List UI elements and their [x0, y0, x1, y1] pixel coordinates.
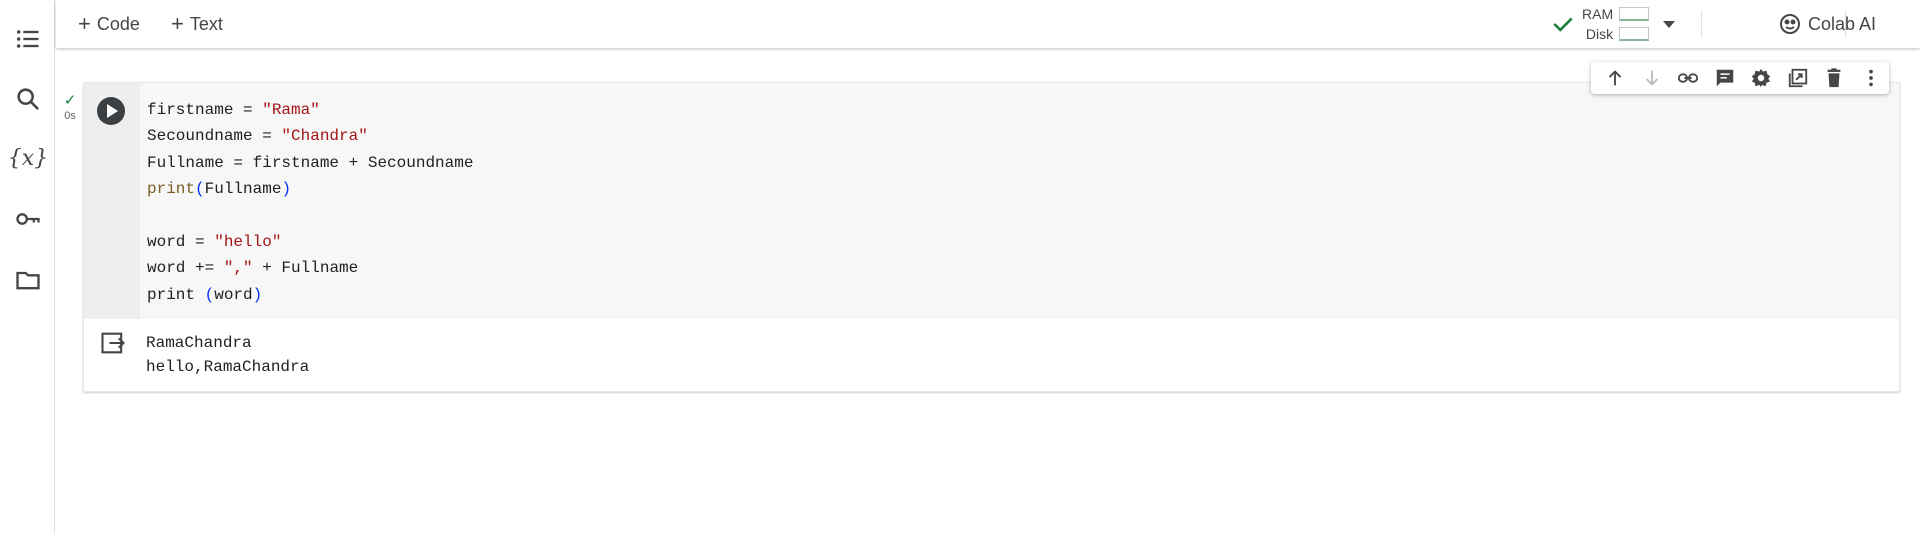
add-text-button[interactable]: + Text	[171, 12, 223, 36]
cell-settings-button[interactable]	[1743, 62, 1780, 94]
runtime-resources[interactable]: RAM Disk	[1550, 4, 1676, 44]
open-in-tab-icon	[1788, 68, 1807, 88]
add-text-label: Text	[189, 13, 223, 34]
ram-label: RAM	[1582, 6, 1614, 22]
add-comment-button[interactable]	[1707, 62, 1744, 94]
ram-meter	[1619, 7, 1650, 21]
variables-icon-label: {x}	[7, 145, 49, 171]
connected-check-icon	[1553, 17, 1573, 32]
search-icon[interactable]	[10, 81, 46, 117]
code-line: word = "hello"	[147, 233, 282, 252]
move-cell-up-button[interactable]	[1597, 62, 1634, 94]
add-code-button[interactable]: + Code	[78, 12, 140, 36]
cell-execution-status: ✓ 0s	[60, 92, 80, 122]
code-line: firstname = "Rama"	[147, 101, 320, 119]
folder-icon[interactable]	[10, 262, 46, 298]
colab-ai-icon	[1780, 14, 1800, 34]
output-line: RamaChandra	[146, 334, 252, 352]
toolbar-divider	[1845, 10, 1846, 38]
trash-icon	[1827, 68, 1841, 88]
execution-time: 0s	[64, 110, 76, 122]
code-text[interactable]: firstname = "Rama" Secoundname = "Chandra…	[147, 97, 473, 308]
code-line: word += "," + Fullname	[147, 259, 359, 278]
link-icon	[1678, 73, 1699, 83]
disk-label: Disk	[1585, 26, 1614, 42]
more-vert-icon	[1868, 69, 1873, 87]
comment-icon	[1716, 69, 1733, 87]
gear-icon	[1752, 68, 1771, 88]
delete-cell-button[interactable]	[1816, 62, 1853, 94]
key-icon[interactable]	[10, 201, 46, 237]
output-text: RamaChandra hello,RamaChandra	[146, 331, 309, 379]
variables-icon[interactable]: {x}	[7, 140, 49, 176]
colab-ai-label: Colab AI	[1808, 13, 1877, 34]
move-cell-down-button[interactable]	[1634, 62, 1671, 94]
check-icon: ✓	[63, 92, 77, 109]
disk-meter	[1619, 27, 1650, 41]
plus-icon: +	[171, 11, 184, 36]
notebook-toolbar: + Code + Text RAM Disk Colab AI	[56, 0, 1920, 48]
toolbar-divider	[1701, 10, 1702, 38]
output-actions-icon[interactable]	[98, 329, 128, 357]
code-line: print(Fullname)	[147, 180, 292, 199]
resource-labels: RAM Disk	[1582, 4, 1613, 44]
cell-output: RamaChandra hello,RamaChandra	[84, 319, 1899, 391]
colab-ai-button[interactable]: Colab AI	[1778, 10, 1876, 38]
chevron-down-icon[interactable]	[1663, 20, 1676, 28]
mirror-cell-button[interactable]	[1780, 62, 1817, 94]
copy-link-button[interactable]	[1670, 62, 1707, 94]
arrow-up-icon	[1609, 70, 1622, 86]
left-sidebar: {x}	[0, 0, 55, 533]
output-line: hello,RamaChandra	[146, 358, 310, 376]
run-gutter	[84, 83, 140, 319]
table-of-contents-icon[interactable]	[10, 21, 46, 57]
arrow-down-icon	[1645, 70, 1658, 86]
code-cell[interactable]: firstname = "Rama" Secoundname = "Chandra…	[83, 82, 1900, 392]
code-editor[interactable]: firstname = "Rama" Secoundname = "Chandra…	[84, 83, 1899, 319]
code-line: Fullname = firstname + Secoundname	[147, 153, 474, 172]
add-code-label: Code	[96, 13, 140, 34]
plus-icon: +	[78, 11, 91, 36]
code-line: Secoundname = "Chandra"	[147, 127, 368, 146]
cell-toolbar	[1591, 62, 1889, 94]
resource-meters	[1619, 7, 1650, 41]
run-cell-button[interactable]	[97, 97, 125, 125]
more-actions-button[interactable]	[1853, 62, 1890, 94]
code-line: print (word)	[147, 285, 263, 304]
